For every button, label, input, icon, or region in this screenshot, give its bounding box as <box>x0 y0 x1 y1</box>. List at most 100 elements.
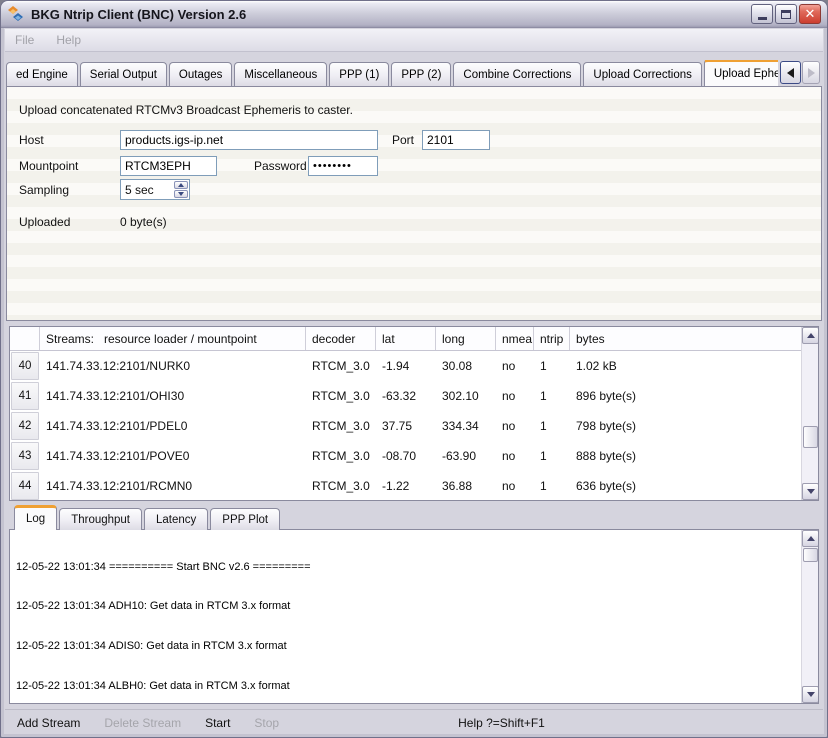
cell-nmea: no <box>496 359 534 373</box>
cell-lat: -1.94 <box>376 359 436 373</box>
cell-ntrip: 1 <box>534 479 570 493</box>
tab-miscellaneous[interactable]: Miscellaneous <box>234 62 327 86</box>
sampling-decrement-button[interactable] <box>174 190 188 198</box>
scroll-down-button[interactable] <box>802 483 819 500</box>
streams-table-scrollbar[interactable] <box>801 327 818 500</box>
log-line: 12-05-22 13:01:34 ========== Start BNC v… <box>16 561 798 574</box>
header-mountpoint[interactable]: Streams: resource loader / mountpoint <box>40 327 306 350</box>
tab-ppp-1[interactable]: PPP (1) <box>329 62 389 86</box>
mountpoint-input[interactable] <box>120 156 217 176</box>
start-button[interactable]: Start <box>193 716 242 730</box>
table-row[interactable]: 40 141.74.33.12:2101/NURK0 RTCM_3.0 -1.9… <box>10 351 818 381</box>
arrow-up-icon <box>178 183 184 187</box>
app-logo-icon <box>8 6 26 22</box>
sampling-increment-button[interactable] <box>174 181 188 189</box>
header-ntrip[interactable]: ntrip <box>534 327 570 350</box>
scroll-up-button[interactable] <box>802 530 819 547</box>
tab-throughput[interactable]: Throughput <box>59 508 142 530</box>
cell-long: 302.10 <box>436 389 496 403</box>
tab-log[interactable]: Log <box>14 505 57 530</box>
delete-stream-button[interactable]: Delete Stream <box>92 716 193 730</box>
tab-ppp-plot[interactable]: PPP Plot <box>210 508 280 530</box>
table-row[interactable]: 42 141.74.33.12:2101/PDEL0 RTCM_3.0 37.7… <box>10 411 818 441</box>
cell-nmea: no <box>496 419 534 433</box>
help-shortcut-label: Help ?=Shift+F1 <box>446 716 557 730</box>
cell-lat: -63.32 <box>376 389 436 403</box>
cell-mountpoint: 141.74.33.12:2101/RCMN0 <box>40 479 306 493</box>
cell-lat: -1.22 <box>376 479 436 493</box>
close-button[interactable]: ✕ <box>799 4 821 24</box>
header-decoder[interactable]: decoder <box>306 327 376 350</box>
log-line: 12-05-22 13:01:34 ADH10: Get data in RTC… <box>16 600 798 613</box>
cell-ntrip: 1 <box>534 389 570 403</box>
header-lat[interactable]: lat <box>376 327 436 350</box>
menu-help[interactable]: Help <box>56 33 81 47</box>
host-label: Host <box>19 133 44 147</box>
arrow-up-icon <box>807 536 815 541</box>
minimize-icon <box>758 17 767 20</box>
scrollbar-thumb[interactable] <box>803 548 818 562</box>
header-long[interactable]: long <box>436 327 496 350</box>
password-input[interactable] <box>308 156 378 176</box>
uploaded-label: Uploaded <box>19 215 70 229</box>
tab-scroll-left-button[interactable] <box>780 61 801 84</box>
arrow-down-icon <box>807 692 815 697</box>
cell-lat: 37.75 <box>376 419 436 433</box>
cell-long: 36.88 <box>436 479 496 493</box>
sampling-spinbox[interactable]: 5 sec <box>120 179 190 200</box>
cell-bytes: 1.02 kB <box>570 359 818 373</box>
cell-mountpoint: 141.74.33.12:2101/NURK0 <box>40 359 306 373</box>
header-bytes[interactable]: bytes <box>570 327 818 350</box>
arrow-down-icon <box>807 489 815 494</box>
scroll-up-button[interactable] <box>802 327 819 344</box>
cell-long: 30.08 <box>436 359 496 373</box>
add-stream-button[interactable]: Add Stream <box>5 716 92 730</box>
cell-decoder: RTCM_3.0 <box>306 389 376 403</box>
tab-upload-ephemeris[interactable]: Upload Ephemeris <box>704 60 778 86</box>
tab-upload-corrections[interactable]: Upload Corrections <box>583 62 701 86</box>
cell-decoder: RTCM_3.0 <box>306 419 376 433</box>
maximize-button[interactable] <box>775 4 797 24</box>
table-row[interactable]: 41 141.74.33.12:2101/OHI30 RTCM_3.0 -63.… <box>10 381 818 411</box>
window-title: BKG Ntrip Client (BNC) Version 2.6 <box>31 7 246 22</box>
scrollbar-thumb[interactable] <box>803 426 818 448</box>
tab-feed-engine[interactable]: ed Engine <box>6 62 78 86</box>
chevron-left-icon <box>787 68 794 78</box>
cell-nmea: no <box>496 479 534 493</box>
cell-mountpoint: 141.74.33.12:2101/POVE0 <box>40 449 306 463</box>
cell-mountpoint: 141.74.33.12:2101/PDEL0 <box>40 419 306 433</box>
streams-table: Streams: resource loader / mountpoint de… <box>9 326 819 501</box>
menu-bar: File Help <box>5 29 823 52</box>
tab-latency[interactable]: Latency <box>144 508 208 530</box>
tab-serial-output[interactable]: Serial Output <box>80 62 167 86</box>
log-text[interactable]: 12-05-22 13:01:34 ========== Start BNC v… <box>16 534 798 703</box>
table-row[interactable]: 43 141.74.33.12:2101/POVE0 RTCM_3.0 -08.… <box>10 441 818 471</box>
tab-ppp-2[interactable]: PPP (2) <box>391 62 451 86</box>
cell-decoder: RTCM_3.0 <box>306 359 376 373</box>
header-nmea[interactable]: nmea <box>496 327 534 350</box>
panel-description: Upload concatenated RTCMv3 Broadcast Eph… <box>19 103 353 117</box>
stop-button[interactable]: Stop <box>242 716 291 730</box>
output-tab-bar: Log Throughput Latency PPP Plot <box>14 506 282 530</box>
host-input[interactable] <box>120 130 378 150</box>
cell-decoder: RTCM_3.0 <box>306 449 376 463</box>
tab-scroll-right-button[interactable] <box>802 61 820 84</box>
title-bar[interactable]: BKG Ntrip Client (BNC) Version 2.6 ✕ <box>1 1 827 28</box>
row-number: 41 <box>11 382 39 410</box>
log-scrollbar[interactable] <box>801 530 818 703</box>
menu-file[interactable]: File <box>15 33 34 47</box>
scroll-down-button[interactable] <box>802 686 819 703</box>
table-row[interactable]: 44 141.74.33.12:2101/RCMN0 RTCM_3.0 -1.2… <box>10 471 818 501</box>
port-input[interactable] <box>422 130 490 150</box>
uploaded-value: 0 byte(s) <box>120 215 167 229</box>
cell-nmea: no <box>496 389 534 403</box>
cell-bytes: 896 byte(s) <box>570 389 818 403</box>
log-line: 12-05-22 13:01:34 ALBH0: Get data in RTC… <box>16 680 798 693</box>
arrow-down-icon <box>178 192 184 196</box>
row-number: 40 <box>11 352 39 380</box>
tab-outages[interactable]: Outages <box>169 62 232 86</box>
mountpoint-label: Mountpoint <box>19 159 78 173</box>
minimize-button[interactable] <box>751 4 773 24</box>
header-index[interactable] <box>10 327 40 350</box>
tab-combine-corrections[interactable]: Combine Corrections <box>453 62 581 86</box>
